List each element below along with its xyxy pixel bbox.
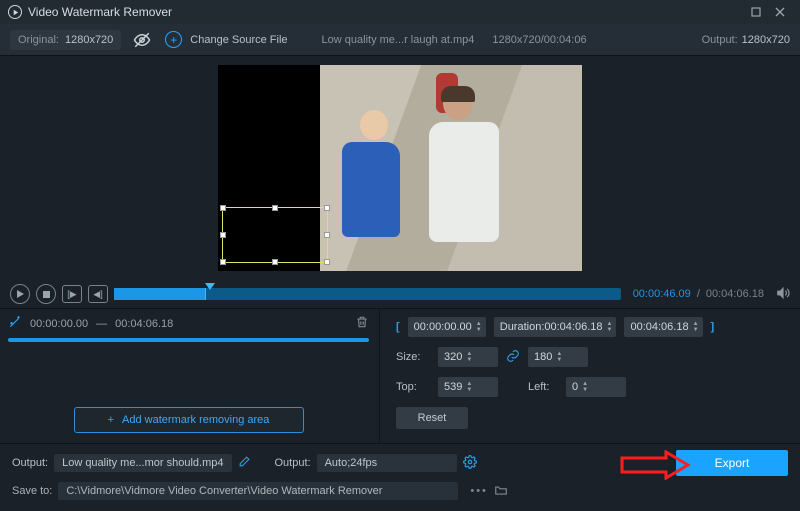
titlebar: Video Watermark Remover <box>0 0 800 24</box>
change-source-link[interactable]: Change Source File <box>190 34 287 46</box>
original-label: Original: <box>18 34 59 46</box>
range-start-input[interactable]: 00:00:00.00▲▼ <box>408 317 486 337</box>
person-right <box>429 86 507 266</box>
top-input[interactable]: 539▲▼ <box>438 377 498 397</box>
source-res-time: 1280x720/00:04:06 <box>492 34 586 46</box>
volume-icon[interactable] <box>776 286 790 303</box>
size-height-input[interactable]: 180▲▼ <box>528 347 588 367</box>
window-close-button[interactable] <box>768 0 792 24</box>
time-current: 00:00:46.09 <box>633 288 691 300</box>
left-input[interactable]: 0▲▼ <box>566 377 626 397</box>
output-file-name: Low quality me...mor should.mp4 <box>54 454 231 472</box>
playhead-icon[interactable] <box>205 283 215 290</box>
left-label: Left: <box>528 381 558 393</box>
handle-mr[interactable] <box>324 232 330 238</box>
top-label: Top: <box>396 381 430 393</box>
watermark-selection-box[interactable] <box>222 207 328 263</box>
set-in-button[interactable]: [▶ <box>62 285 82 303</box>
handle-tr[interactable] <box>324 205 330 211</box>
window-maximize-button[interactable] <box>744 0 768 24</box>
segment-row[interactable]: 00:00:00.00 — 00:04:06.18 <box>8 315 369 332</box>
reset-button[interactable]: Reset <box>396 407 468 429</box>
footer: Output: Low quality me...mor should.mp4 … <box>0 443 800 500</box>
size-label: Size: <box>396 351 430 363</box>
segment-end: 00:04:06.18 <box>115 318 173 330</box>
output-res-value: 1280x720 <box>742 34 790 46</box>
size-width-input[interactable]: 320▲▼ <box>438 347 498 367</box>
play-button[interactable] <box>10 284 30 304</box>
more-icon[interactable]: ••• <box>470 485 488 497</box>
range-start-bracket-icon[interactable]: [ <box>396 321 400 333</box>
output-format-label: Output: <box>275 457 311 469</box>
save-to-label: Save to: <box>12 485 52 497</box>
output-file-label: Output: <box>12 457 48 469</box>
set-out-button[interactable]: ◀] <box>88 285 108 303</box>
time-duration: 00:04:06.18 <box>706 288 764 300</box>
original-res-value: 1280x720 <box>65 34 113 46</box>
video-frame[interactable] <box>218 65 582 271</box>
add-area-button[interactable]: + Add watermark removing area <box>74 407 304 433</box>
output-res-label: Output: <box>702 34 738 46</box>
segments-panel: 00:00:00.00 — 00:04:06.18 + Add watermar… <box>0 309 380 443</box>
handle-tl[interactable] <box>220 205 226 211</box>
wand-icon <box>8 315 22 332</box>
size-link-icon[interactable] <box>506 349 520 366</box>
properties-panel: [ 00:00:00.00▲▼ Duration:00:04:06.18▲▼ 0… <box>380 309 800 443</box>
original-resolution: Original: 1280x720 <box>10 30 121 50</box>
toggle-preview-icon[interactable] <box>133 31 151 49</box>
source-filename: Low quality me...r laugh at.mp4 <box>322 34 475 46</box>
rename-icon[interactable] <box>238 455 251 471</box>
handle-tm[interactable] <box>272 205 278 211</box>
segment-duration-bar[interactable] <box>8 338 369 342</box>
stop-button[interactable] <box>36 284 56 304</box>
timeline-scrubber[interactable] <box>114 288 621 300</box>
range-end-input[interactable]: 00:04:06.18▲▼ <box>624 317 702 337</box>
handle-bm[interactable] <box>272 259 278 265</box>
add-area-label: Add watermark removing area <box>122 414 269 426</box>
handle-bl[interactable] <box>220 259 226 265</box>
plus-icon: + <box>108 414 114 426</box>
handle-br[interactable] <box>324 259 330 265</box>
add-source-icon[interactable]: + <box>165 31 182 48</box>
app-title: Video Watermark Remover <box>28 5 172 19</box>
segment-start: 00:00:00.00 <box>30 318 88 330</box>
open-folder-icon[interactable] <box>494 483 508 500</box>
edit-panels: 00:00:00.00 — 00:04:06.18 + Add watermar… <box>0 308 800 443</box>
save-path[interactable]: C:\Vidmore\Vidmore Video Converter\Video… <box>58 482 458 500</box>
video-preview <box>0 56 800 280</box>
output-settings-icon[interactable] <box>463 455 477 472</box>
handle-ml[interactable] <box>220 232 226 238</box>
source-header: Original: 1280x720 + Change Source File … <box>0 24 800 56</box>
delete-segment-icon[interactable] <box>355 315 369 332</box>
range-end-bracket-icon[interactable]: ] <box>711 321 715 333</box>
output-format-value[interactable]: Auto;24fps <box>317 454 457 472</box>
person-left <box>342 110 406 260</box>
segment-dash: — <box>96 318 107 330</box>
export-button[interactable]: Export <box>676 450 788 476</box>
time-sep: / <box>697 288 700 300</box>
range-duration-input[interactable]: Duration:00:04:06.18▲▼ <box>494 317 617 337</box>
app-logo-icon <box>8 5 22 19</box>
transport-bar: [▶ ◀] 00:00:46.09 / 00:04:06.18 <box>0 280 800 308</box>
